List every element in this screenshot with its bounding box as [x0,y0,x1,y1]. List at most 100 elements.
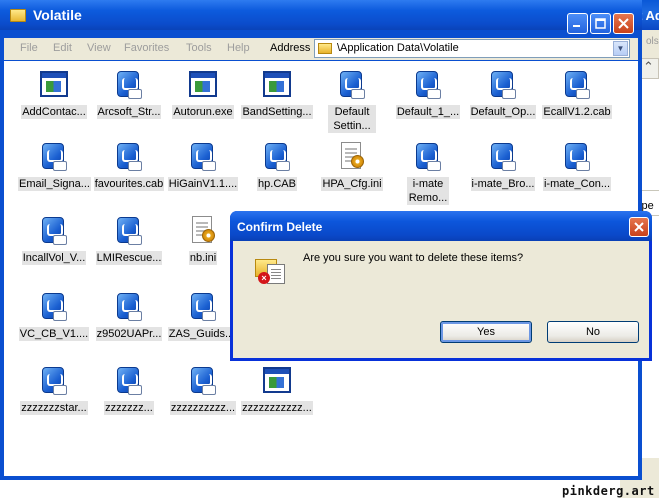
file-item[interactable]: favourites.cab [93,141,165,191]
file-label: Default_1_... [395,105,461,119]
close-icon [634,222,644,232]
exe-icon [187,69,219,101]
setup-package-icon [561,69,593,101]
file-label: i-mate Remo... [407,177,449,205]
file-label: zzzzzzzzzz... [169,401,237,415]
file-label: IncallVol_V... [21,251,87,265]
maximize-button[interactable] [590,13,611,34]
minimize-icon [573,25,580,27]
setup-package-icon [113,365,145,397]
file-item[interactable]: Default_Op... [467,69,539,119]
setup-package-icon [38,215,70,247]
file-label: i-mate_Con... [542,177,612,191]
file-item[interactable]: VC_CB_V1.... [18,291,90,341]
file-label: Email_Signa... [18,177,91,191]
setup-package-icon [336,69,368,101]
setup-package-icon [113,69,145,101]
file-item[interactable]: Autorun.exe [167,69,239,119]
file-label: nb.ini [188,251,218,265]
setup-package-icon [412,69,444,101]
menu-file[interactable]: File [20,42,38,54]
folder-icon [10,9,26,22]
no-button[interactable]: No [547,321,639,343]
file-item[interactable]: HiGainV1.1.... [167,141,239,191]
setup-package-icon [487,141,519,173]
file-label: Autorun.exe [172,105,234,119]
setup-package-icon [38,365,70,397]
exe-icon [261,69,293,101]
file-item[interactable]: zzzzzzz... [93,365,165,415]
menu-favorites[interactable]: Favorites [124,42,169,54]
menu-edit[interactable]: Edit [53,42,72,54]
dialog-titlebar[interactable]: Confirm Delete [230,211,652,241]
setup-package-icon [113,215,145,247]
dialog-close-button[interactable] [629,217,649,237]
background-window-tools-menu[interactable]: ols [646,36,659,47]
address-dropdown-button[interactable]: ▼ [613,41,628,56]
file-item[interactable]: zzzzzzzzzz... [167,365,239,415]
file-label: Default Settin... [328,105,376,133]
yes-button[interactable]: Yes [440,321,532,343]
file-item[interactable]: Arcsoft_Str... [93,69,165,119]
address-bar[interactable]: \Application Data\Volatile ▼ [314,39,630,58]
address-path[interactable]: \Application Data\Volatile [337,42,459,54]
dialog-title: Confirm Delete [237,220,323,234]
file-item[interactable]: nb.ini [167,215,239,265]
file-item[interactable]: i-mate_Bro... [467,141,539,191]
ini-file-icon [336,141,368,173]
maximize-icon [595,18,606,29]
setup-package-icon [113,291,145,323]
file-item[interactable]: hp.CAB [241,141,313,191]
file-item[interactable]: LMIRescue... [93,215,165,265]
window-titlebar[interactable]: Volatile [0,0,642,30]
file-label: EcallV1.2.cab [542,105,612,119]
minimize-button[interactable] [567,13,588,34]
menu-view[interactable]: View [87,42,111,54]
delete-files-icon: × [255,255,289,287]
menu-help[interactable]: Help [227,42,250,54]
file-item[interactable]: Default_1_... [392,69,464,119]
file-label: VC_CB_V1.... [18,327,90,341]
setup-package-icon [187,365,219,397]
setup-package-icon [113,141,145,173]
file-item[interactable]: Email_Signa... [18,141,91,191]
file-label: Arcsoft_Str... [96,105,162,119]
folder-icon [318,43,332,54]
exe-icon [38,69,70,101]
file-label: z9502UAPr... [95,327,163,341]
file-item[interactable]: z9502UAPr... [93,291,165,341]
file-item[interactable]: zzzzzzzstar... [18,365,90,415]
file-label: Default_Op... [469,105,537,119]
file-item[interactable]: ZAS_Guids.... [167,291,239,341]
file-item[interactable]: AddContac... [18,69,90,119]
confirm-delete-dialog: Confirm Delete × Are you sure you want t… [230,211,652,361]
file-label: ZAS_Guids.... [167,327,239,341]
close-icon [618,18,629,29]
setup-package-icon [412,141,444,173]
window-title: Volatile [33,7,82,23]
file-label: i-mate_Bro... [470,177,536,191]
file-item[interactable]: zzzzzzzzzzz... [241,365,313,415]
file-item[interactable]: i-mate Remo... [392,141,464,205]
file-item[interactable]: EcallV1.2.cab [541,69,613,119]
setup-package-icon [187,291,219,323]
file-item[interactable]: HPA_Cfg.ini [316,141,388,191]
file-item[interactable]: BandSetting... [241,69,313,119]
ini-file-icon [187,215,219,247]
menu-tools[interactable]: Tools [186,42,212,54]
close-button[interactable] [613,13,634,34]
setup-package-icon [261,141,293,173]
file-label: zzzzzzzzzzz... [241,401,313,415]
file-item[interactable]: Default Settin... [316,69,388,133]
file-label: hp.CAB [257,177,297,191]
setup-package-icon [187,141,219,173]
file-label: zzzzzzz... [104,401,154,415]
file-item[interactable]: IncallVol_V... [18,215,90,265]
setup-package-icon [487,69,519,101]
file-item[interactable]: i-mate_Con... [541,141,613,191]
file-label: BandSetting... [241,105,313,119]
exe-icon [261,365,293,397]
dialog-body: × Are you sure you want to delete these … [233,241,649,358]
setup-package-icon [38,141,70,173]
address-label: Address [270,42,311,54]
